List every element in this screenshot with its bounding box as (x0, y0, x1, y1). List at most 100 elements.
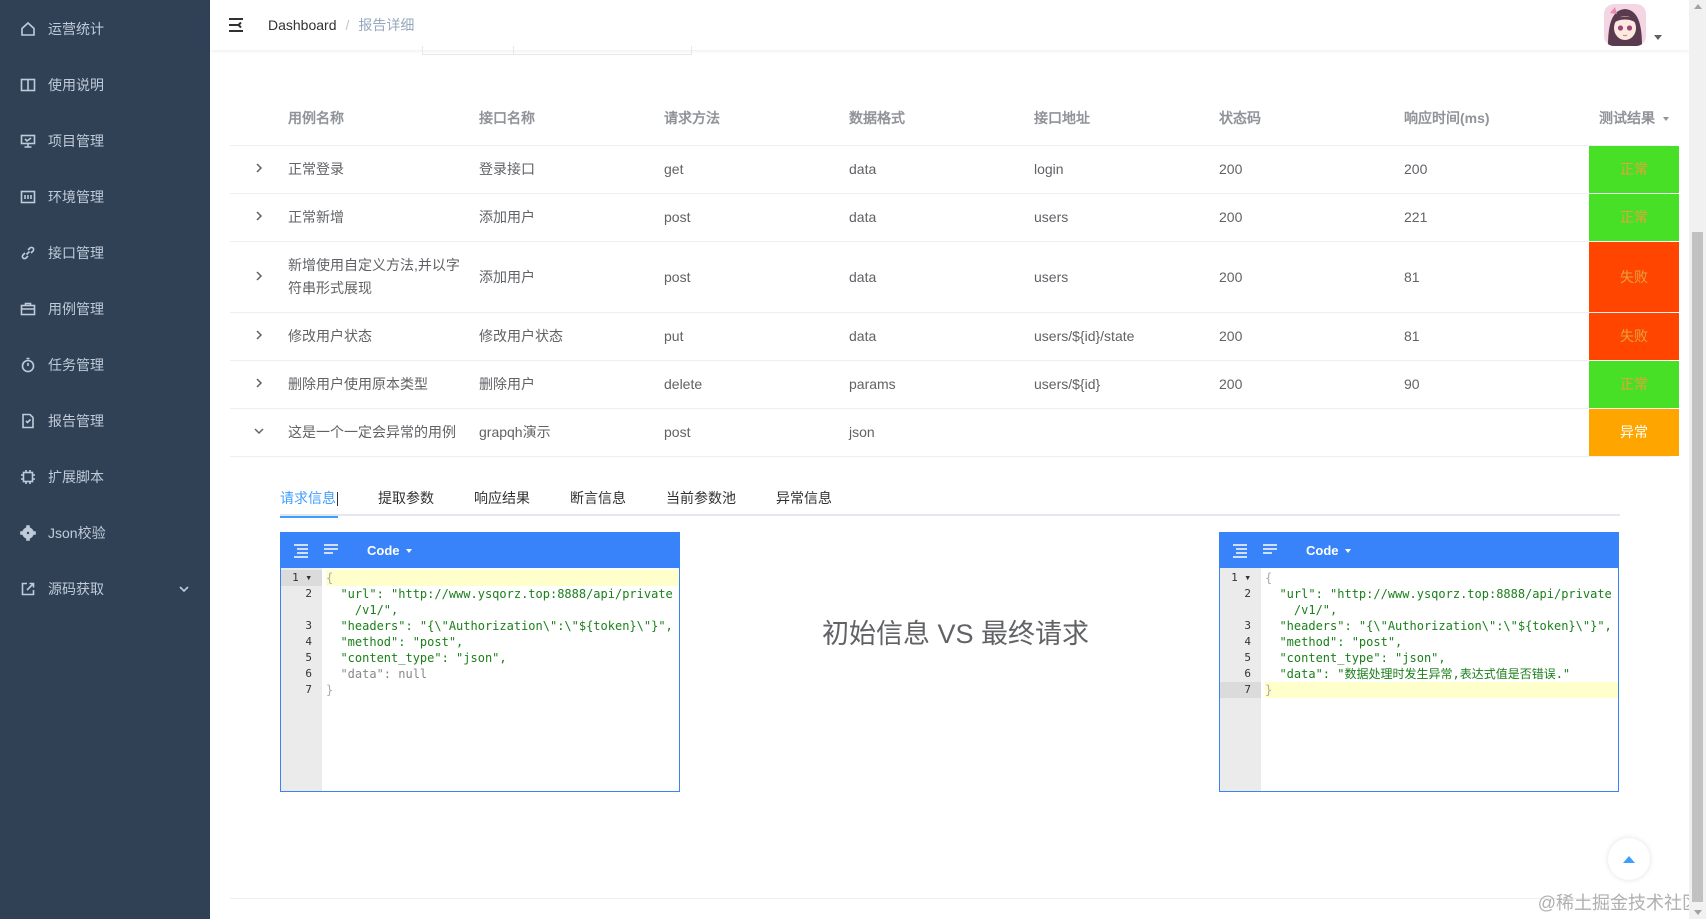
mode-label: Code (367, 543, 400, 558)
table-row-expanded[interactable]: 这是一个一定会异常的用例 grapqh演示 post json 异常 (230, 409, 1679, 457)
format-icon[interactable] (289, 539, 313, 563)
code-line: "headers": "{\"Authorization\":\"${token… (1265, 619, 1612, 633)
cell-api: 添加用户 (479, 209, 535, 225)
compact-icon[interactable] (319, 539, 343, 563)
link-icon (20, 245, 36, 261)
column-header-result[interactable]: 测试结果 (1589, 92, 1679, 145)
hamburger-icon[interactable] (226, 15, 246, 35)
expand-row-button[interactable] (230, 325, 288, 348)
scroll-thumb[interactable] (1692, 232, 1703, 902)
sidebar-item-api[interactable]: 接口管理 (0, 225, 210, 281)
briefcase-icon (20, 301, 36, 317)
filter-caret-icon[interactable] (1663, 116, 1669, 121)
cell-result-pass: 正常 (1589, 361, 1679, 408)
line-number: 1 ▾ (281, 570, 322, 586)
sidebar-item-projects[interactable]: 项目管理 (0, 113, 210, 169)
line-number: 6 (1244, 667, 1251, 680)
format-icon[interactable] (1228, 539, 1252, 563)
user-menu[interactable] (1604, 4, 1662, 46)
back-to-top-button[interactable] (1608, 838, 1650, 880)
sidebar-item-label: 报告管理 (48, 413, 104, 429)
cpu-icon (20, 469, 36, 485)
cell-method: put (664, 328, 684, 344)
collapse-row-button[interactable] (230, 421, 288, 444)
expand-row-button[interactable] (230, 158, 288, 181)
chevron-down-icon (178, 582, 190, 598)
line-number: 2 (1244, 587, 1251, 600)
cell-api: grapqh演示 (479, 424, 551, 440)
code-area[interactable]: { "url": "http://www.ysqorz.top:8888/api… (1261, 568, 1618, 791)
code-line: "data": "数据处理时发生异常,表达式值是否错误." (1265, 667, 1571, 681)
tab-request-info[interactable]: 请求信息 (280, 480, 338, 518)
tab-exception[interactable]: 异常信息 (776, 480, 832, 516)
expand-row-button[interactable] (230, 373, 288, 396)
cell-method: post (664, 209, 691, 225)
expand-row-button[interactable] (230, 206, 288, 229)
sidebar-item-label: 使用说明 (48, 77, 104, 93)
code-line: "url": "http://www.ysqorz.top:8888/api/p… (340, 587, 673, 617)
cell-status: 200 (1219, 268, 1243, 285)
line-number: 2 (305, 587, 312, 600)
sidebar-item-label: 源码获取 (48, 581, 104, 597)
final-json-editor[interactable]: Code 1 ▾ 2 3 4 5 6 7 { "url": "http://ww… (1219, 532, 1619, 792)
cell-method: get (664, 161, 684, 177)
table-row[interactable]: 修改用户状态 修改用户状态 put data users/${id}/state… (230, 313, 1679, 361)
sidebar-item-env[interactable]: 环境管理 (0, 169, 210, 225)
sidebar-item-label: 任务管理 (48, 357, 104, 373)
expand-row-button[interactable] (230, 266, 288, 289)
cell-status: 200 (1219, 209, 1243, 225)
gear-icon (20, 525, 36, 541)
editor-body[interactable]: 1 ▾ 2 3 4 5 6 7 { "url": "http://www.ysq… (1220, 568, 1618, 791)
panel-icon (20, 189, 36, 205)
page-scrollbar[interactable] (1689, 0, 1706, 919)
sidebar-item-json[interactable]: Json校验 (0, 505, 210, 561)
tab-extract-params[interactable]: 提取参数 (378, 480, 434, 516)
sidebar-item-cases[interactable]: 用例管理 (0, 281, 210, 337)
table-row[interactable]: 新增使用自定义方法,并以字符串形式展现 添加用户 post data users… (230, 242, 1679, 313)
sidebar-item-tasks[interactable]: 任务管理 (0, 337, 210, 393)
stopwatch-icon (20, 357, 36, 373)
tab-response[interactable]: 响应结果 (474, 480, 530, 516)
code-line: { (1265, 571, 1273, 585)
sidebar-item-scripts[interactable]: 扩展脚本 (0, 449, 210, 505)
chevron-right-icon (253, 158, 265, 181)
mode-dropdown[interactable]: Code (367, 543, 412, 558)
scroll-up-icon[interactable] (1694, 4, 1702, 9)
cell-status: 200 (1219, 161, 1243, 177)
report-table: 用例名称 接口名称 请求方法 数据格式 接口地址 状态码 响应时间(ms) 测试… (230, 92, 1679, 457)
compact-icon[interactable] (1258, 539, 1282, 563)
cell-result-pass: 正常 (1589, 146, 1679, 193)
cell-name: 修改用户状态 (288, 328, 372, 344)
breadcrumb-home[interactable]: Dashboard (268, 17, 337, 33)
cell-status: 200 (1219, 376, 1243, 392)
scroll-down-icon[interactable] (1694, 910, 1702, 915)
avatar[interactable] (1604, 4, 1646, 46)
tab-param-pool[interactable]: 当前参数池 (666, 480, 736, 516)
cell-method: delete (664, 376, 703, 392)
table-row[interactable]: 正常登录 登录接口 get data login 200 200 正常 (230, 146, 1679, 194)
sidebar-item-reports[interactable]: 报告管理 (0, 393, 210, 449)
cell-name: 删除用户使用原本类型 (288, 376, 428, 392)
editor-body[interactable]: 1 ▾ 2 3 4 5 6 7 { "url": "http://www.ysq… (281, 568, 679, 791)
initial-json-editor[interactable]: Code 1 ▾ 2 3 4 5 6 7 { "url": "http://ww… (280, 532, 680, 792)
sidebar-item-source[interactable]: 源码获取 (0, 561, 210, 617)
sidebar-item-docs[interactable]: 使用说明 (0, 57, 210, 113)
code-line: "headers": "{\"Authorization\":\"${token… (326, 619, 673, 633)
mode-dropdown[interactable]: Code (1306, 543, 1351, 558)
sidebar-item-label: 接口管理 (48, 245, 104, 261)
caret-down-icon (1344, 548, 1351, 553)
monitor-icon (20, 133, 36, 149)
cell-name: 新增使用自定义方法,并以字符串形式展现 (288, 257, 460, 296)
table-row[interactable]: 正常新增 添加用户 post data users 200 221 正常 (230, 194, 1679, 242)
code-area[interactable]: { "url": "http://www.ysqorz.top:8888/api… (322, 568, 679, 791)
cell-api: 登录接口 (479, 161, 535, 177)
tab-assertions[interactable]: 断言信息 (570, 480, 626, 516)
column-header-format: 数据格式 (849, 110, 905, 126)
chevron-right-icon (253, 206, 265, 229)
line-number: 3 (305, 619, 312, 632)
table-row[interactable]: 删除用户使用原本类型 删除用户 delete params users/${id… (230, 361, 1679, 409)
line-number: 7 (1220, 682, 1261, 698)
sidebar-item-stats[interactable]: 运营统计 (0, 1, 210, 57)
cell-format: params (849, 376, 896, 392)
code-line: { (326, 570, 679, 586)
